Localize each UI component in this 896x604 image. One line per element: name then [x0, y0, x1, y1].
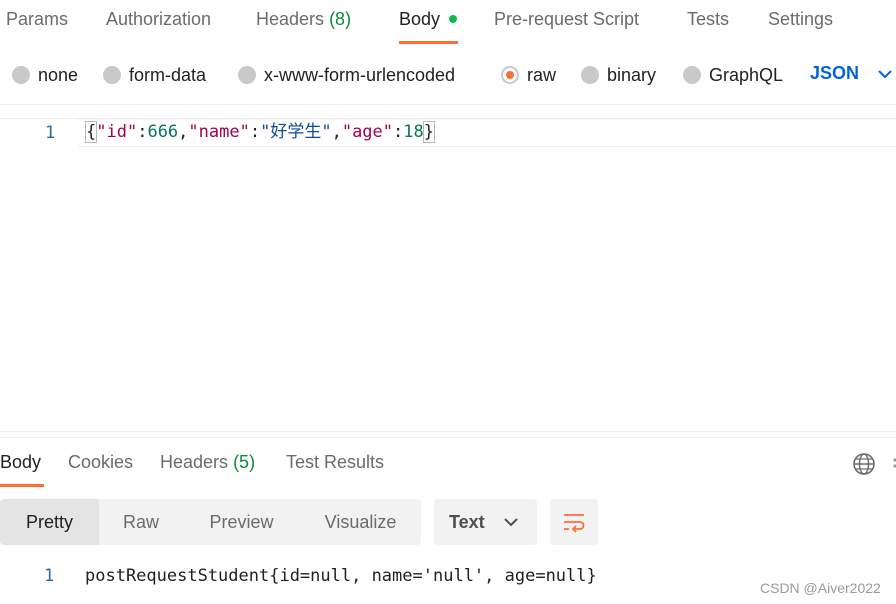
response-tab-cookies[interactable]: Cookies [68, 452, 133, 473]
radio-urlencoded[interactable]: x-www-form-urlencoded [238, 63, 455, 87]
view-mode-preview[interactable]: Preview [183, 499, 300, 545]
view-mode-selector: Pretty Raw Preview Visualize [0, 499, 421, 545]
radio-binary[interactable]: binary [581, 63, 656, 87]
tab-headers[interactable]: Headers (8) [256, 9, 351, 30]
radio-binary-label: binary [607, 64, 657, 85]
radio-graphql[interactable]: GraphQL [683, 63, 783, 87]
response-body-text: postRequestStudent{id=null, name='null',… [85, 566, 597, 586]
token-number: 18 [403, 122, 424, 142]
body-type-selector: none form-data x-www-form-urlencoded raw… [0, 55, 896, 95]
response-tab-test-results[interactable]: Test Results [286, 452, 384, 473]
wrap-lines-icon [564, 514, 585, 533]
token-brace-open: { [84, 121, 98, 143]
tab-headers-count: (8) [329, 9, 352, 29]
radio-circle-icon [238, 66, 256, 84]
token-colon: : [137, 122, 148, 142]
radio-none-label: none [38, 64, 79, 85]
radio-circle-icon [103, 66, 121, 84]
watermark: CSDN @Aiver2022 [760, 580, 881, 596]
chevron-down-icon [504, 518, 518, 527]
view-mode-raw[interactable]: Raw [99, 499, 183, 545]
token-colon: : [249, 122, 261, 142]
response-tab-underline [0, 484, 44, 487]
token-key: "id" [96, 122, 138, 142]
request-body-editor[interactable]: 1 {"id":666,"name":"好学生","age":18} [0, 118, 896, 432]
line-number: 1 [45, 123, 56, 143]
active-tab-underline [399, 41, 458, 44]
language-select[interactable]: JSON [810, 63, 859, 84]
response-tab-body[interactable]: Body [0, 452, 41, 473]
format-select-label: Text [449, 512, 485, 532]
token-comma: , [331, 122, 342, 142]
radio-circle-icon [683, 66, 701, 84]
divider [0, 104, 896, 105]
token-string: "好学生" [260, 122, 332, 142]
resize-divider[interactable] [0, 437, 896, 438]
response-tab-headers-label: Headers [160, 452, 229, 472]
request-tabs: Params Authorization Headers (8) Body Pr… [0, 0, 896, 46]
tab-authorization[interactable]: Authorization [106, 9, 211, 30]
radio-raw-label: raw [527, 64, 557, 85]
response-line-number: 1 [44, 566, 55, 586]
format-select[interactable]: Text [434, 499, 537, 545]
tab-params[interactable]: Params [6, 9, 68, 30]
radio-form-data[interactable]: form-data [103, 63, 206, 87]
radio-raw[interactable]: raw [501, 63, 556, 87]
tab-body[interactable]: Body [399, 9, 440, 30]
radio-circle-icon [581, 66, 599, 84]
token-key: "name" [188, 122, 250, 142]
tab-settings[interactable]: Settings [768, 9, 833, 30]
code-line[interactable]: {"id":666,"name":"好学生","age":18} [84, 121, 436, 143]
response-tab-headers-count: (5) [233, 452, 256, 472]
tab-prerequest-script[interactable]: Pre-request Script [494, 9, 639, 30]
globe-icon[interactable] [852, 452, 876, 476]
radio-circle-icon [12, 66, 30, 84]
token-number: 666 [147, 122, 179, 142]
tab-tests[interactable]: Tests [687, 9, 729, 30]
tab-headers-label: Headers [256, 9, 325, 29]
radio-none[interactable]: none [12, 63, 78, 87]
wrap-lines-button[interactable] [550, 499, 598, 545]
radio-selected-icon [501, 66, 519, 84]
view-mode-pretty[interactable]: Pretty [0, 499, 99, 545]
radio-urlencoded-label: x-www-form-urlencoded [264, 64, 456, 85]
token-colon: : [393, 122, 404, 142]
body-modified-indicator [449, 15, 457, 23]
radio-form-data-label: form-data [129, 64, 207, 85]
token-comma: , [178, 122, 189, 142]
view-mode-visualize[interactable]: Visualize [300, 499, 421, 545]
chevron-down-icon[interactable] [878, 69, 892, 79]
response-tab-headers[interactable]: Headers (5) [160, 452, 255, 473]
token-brace-close: } [422, 121, 436, 143]
token-key: "age" [341, 122, 394, 142]
radio-graphql-label: GraphQL [709, 64, 784, 85]
overflow-menu-icon[interactable] [890, 452, 896, 476]
